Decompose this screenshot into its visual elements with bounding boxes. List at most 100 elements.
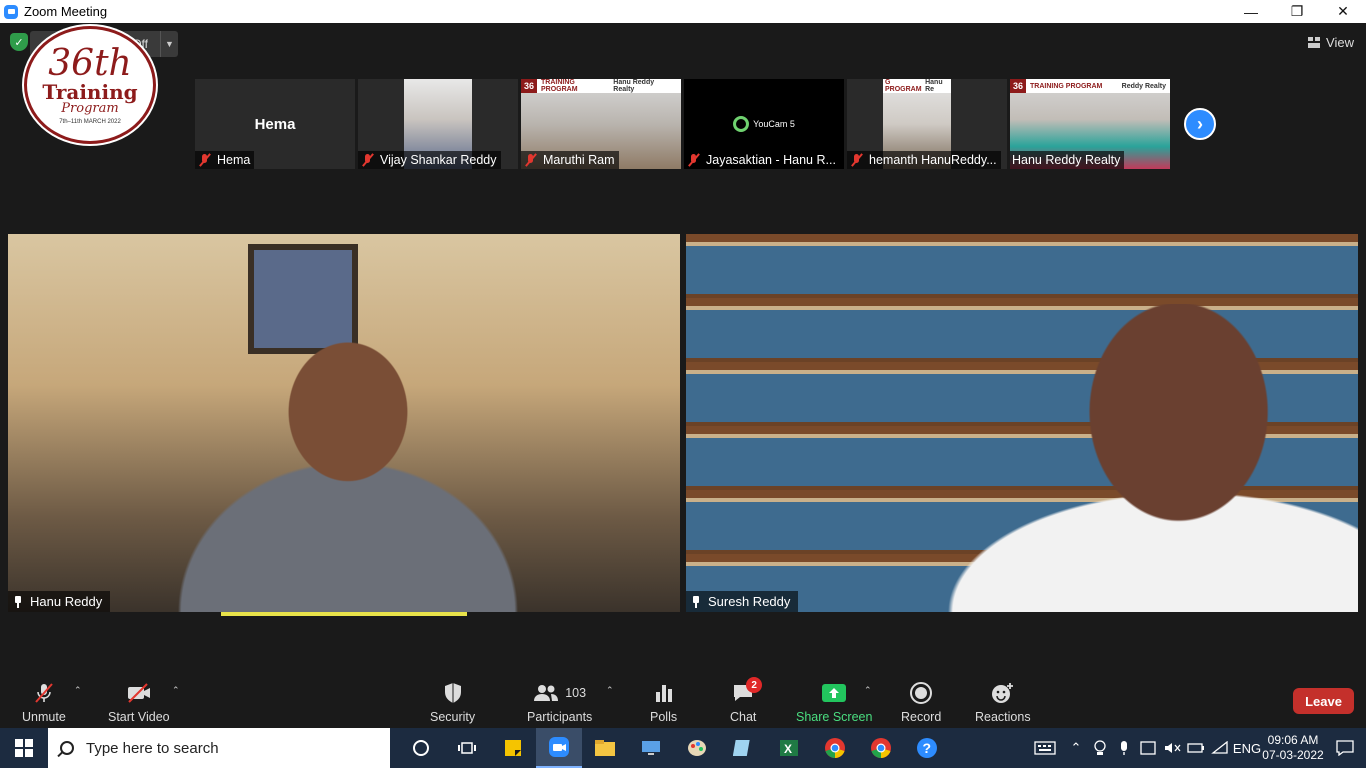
participant-name: hemanth HanuReddy... bbox=[869, 153, 997, 167]
polls-label: Polls bbox=[650, 710, 678, 724]
excel-icon[interactable]: X bbox=[766, 728, 812, 768]
people-icon bbox=[534, 685, 559, 701]
thumbnail-label: hemanth HanuReddy... bbox=[847, 151, 1001, 169]
chat-button[interactable]: 2 Chat bbox=[730, 677, 763, 724]
participant-name: Suresh Reddy bbox=[708, 594, 791, 609]
logo-dates: 7th–11th MARCH 2022 bbox=[59, 118, 121, 125]
thumbnail-tile[interactable]: YouCam 5 Jayasaktian - Hanu R... bbox=[684, 79, 844, 169]
banner-brand: Reddy Realty bbox=[1121, 82, 1166, 90]
thumbnail-tile[interactable]: Vijay Shankar Reddy bbox=[358, 79, 518, 169]
mic-muted-icon bbox=[849, 153, 865, 167]
video-name-tag: Suresh Reddy bbox=[686, 591, 799, 612]
next-page-arrow-icon[interactable]: › bbox=[1184, 108, 1216, 140]
video-banner: 36 TRAINING PROGRAM Reddy Realty bbox=[1010, 79, 1170, 93]
thumbnail-tile[interactable]: G PROGRAM Hanu Re hemanth HanuReddy... bbox=[847, 79, 1007, 169]
training-program-logo: 36th Training Program 7th–11th MARCH 202… bbox=[24, 26, 156, 144]
encryption-shield-icon[interactable]: ✓ bbox=[10, 33, 28, 51]
thumbnail-tile[interactable]: 36 TRAINING PROGRAM Hanu Reddy Realty Ma… bbox=[521, 79, 681, 169]
record-button[interactable]: Record bbox=[901, 681, 941, 724]
system-tray: ⌃ ENG 09:06 AM 07-03-2022 bbox=[1026, 728, 1366, 768]
windows-start-button[interactable] bbox=[0, 728, 48, 768]
share-options-chevron-up-icon[interactable]: ⌃ bbox=[864, 685, 872, 696]
taskbar-clock[interactable]: 09:06 AM 07-03-2022 bbox=[1262, 733, 1324, 763]
show-hidden-icons-chevron-icon[interactable]: ⌃ bbox=[1064, 728, 1088, 768]
banner-brand: Hanu Re bbox=[925, 79, 943, 93]
wifi-icon[interactable] bbox=[1208, 728, 1232, 768]
video-options-chevron-up-icon[interactable]: ⌃ bbox=[172, 685, 180, 696]
mic-muted-icon bbox=[523, 153, 539, 167]
sticky-notes-icon[interactable] bbox=[490, 728, 536, 768]
close-button[interactable]: ✕ bbox=[1320, 0, 1366, 23]
webcam-icon[interactable] bbox=[1088, 728, 1112, 768]
start-video-button[interactable]: Start Video bbox=[108, 681, 170, 724]
share-screen-button[interactable]: Share Screen bbox=[796, 681, 872, 724]
speaker-silhouette bbox=[158, 334, 538, 612]
participant-name: Hanu Reddy bbox=[30, 594, 103, 609]
shield-icon bbox=[442, 681, 464, 705]
chrome-icon[interactable] bbox=[858, 728, 904, 768]
reactions-button[interactable]: Reactions bbox=[975, 681, 1031, 724]
battery-icon[interactable] bbox=[1184, 728, 1208, 768]
video-banner: 36 TRAINING PROGRAM Hanu Reddy Realty bbox=[521, 79, 681, 93]
svg-text:?: ? bbox=[923, 740, 932, 756]
chrome-icon[interactable] bbox=[812, 728, 858, 768]
main-video-right[interactable]: Suresh Reddy bbox=[686, 234, 1358, 612]
taskbar-search-box[interactable]: Type here to search bbox=[48, 728, 390, 768]
tablet-icon[interactable] bbox=[1136, 728, 1160, 768]
video-name-tag: Hanu Reddy bbox=[8, 591, 111, 612]
video-banner: G PROGRAM Hanu Re bbox=[883, 79, 951, 93]
language-indicator[interactable]: ENG bbox=[1232, 728, 1262, 768]
task-view-icon[interactable] bbox=[444, 728, 490, 768]
help-icon[interactable]: ? bbox=[904, 728, 950, 768]
unmute-button[interactable]: Unmute bbox=[22, 681, 66, 724]
participants-chevron-up-icon[interactable]: ⌃ bbox=[606, 685, 614, 696]
windows-taskbar: Type here to search X ? ⌃ ENG 09:06 AM 0… bbox=[0, 728, 1366, 768]
leave-button[interactable]: Leave bbox=[1293, 688, 1354, 714]
file-explorer-icon[interactable] bbox=[582, 728, 628, 768]
mic-muted-icon bbox=[197, 153, 213, 167]
record-icon bbox=[909, 681, 933, 705]
speaker-muted-icon[interactable] bbox=[1160, 728, 1184, 768]
keyboard-icon[interactable] bbox=[1026, 728, 1064, 768]
share-screen-icon bbox=[821, 681, 847, 705]
meeting-area: ✓ Off ▼ 36th Training Program 7th–11th M… bbox=[0, 23, 1366, 675]
thumbnail-label: Maruthi Ram bbox=[521, 151, 619, 169]
notepad-icon[interactable] bbox=[720, 728, 766, 768]
polls-button[interactable]: Polls bbox=[650, 681, 677, 724]
microphone-icon[interactable] bbox=[1112, 728, 1136, 768]
chevron-down-icon[interactable]: ▼ bbox=[160, 31, 178, 57]
participants-label: Participants bbox=[527, 710, 593, 724]
chat-bubble-icon: 2 bbox=[731, 677, 763, 705]
start-video-label: Start Video bbox=[108, 710, 170, 724]
participant-name: Vijay Shankar Reddy bbox=[380, 153, 497, 167]
logo-subtitle: Program bbox=[61, 100, 119, 116]
audio-options-chevron-up-icon[interactable]: ⌃ bbox=[74, 685, 82, 696]
main-video-left[interactable]: Hanu Reddy bbox=[8, 234, 680, 612]
zoom-taskbar-icon[interactable] bbox=[536, 728, 582, 768]
logo-title: Training bbox=[42, 79, 138, 104]
pin-icon bbox=[12, 595, 24, 608]
notifications-icon[interactable] bbox=[1324, 728, 1366, 768]
view-button[interactable]: View bbox=[1308, 35, 1354, 50]
clock-date: 07-03-2022 bbox=[1262, 748, 1324, 762]
remote-desktop-icon[interactable] bbox=[628, 728, 674, 768]
minimize-button[interactable]: — bbox=[1228, 0, 1274, 23]
banner-text: G PROGRAM bbox=[885, 79, 922, 93]
youcam-icon bbox=[733, 116, 750, 132]
zoom-app-icon bbox=[4, 4, 18, 19]
banner-text: TRAINING PROGRAM bbox=[541, 79, 578, 93]
restore-button[interactable]: ❐ bbox=[1274, 0, 1320, 23]
thumbnail-tile[interactable]: Hema Hema bbox=[195, 79, 355, 169]
logo-number: 36th bbox=[48, 42, 132, 84]
meeting-info: ✓ bbox=[10, 33, 28, 51]
participants-button[interactable]: 103 Participants bbox=[527, 681, 592, 724]
security-button[interactable]: Security bbox=[430, 681, 475, 724]
cortana-icon[interactable] bbox=[398, 728, 444, 768]
unmute-label: Unmute bbox=[22, 710, 66, 724]
clock-time: 09:06 AM bbox=[1267, 733, 1319, 747]
view-label: View bbox=[1326, 35, 1354, 50]
taskbar-apps: X ? bbox=[398, 728, 950, 768]
thumbnail-tile[interactable]: 36 TRAINING PROGRAM Reddy Realty Hanu Re… bbox=[1010, 79, 1170, 169]
paint-icon[interactable] bbox=[674, 728, 720, 768]
thumbnail-label: Jayasaktian - Hanu R... bbox=[684, 151, 840, 169]
